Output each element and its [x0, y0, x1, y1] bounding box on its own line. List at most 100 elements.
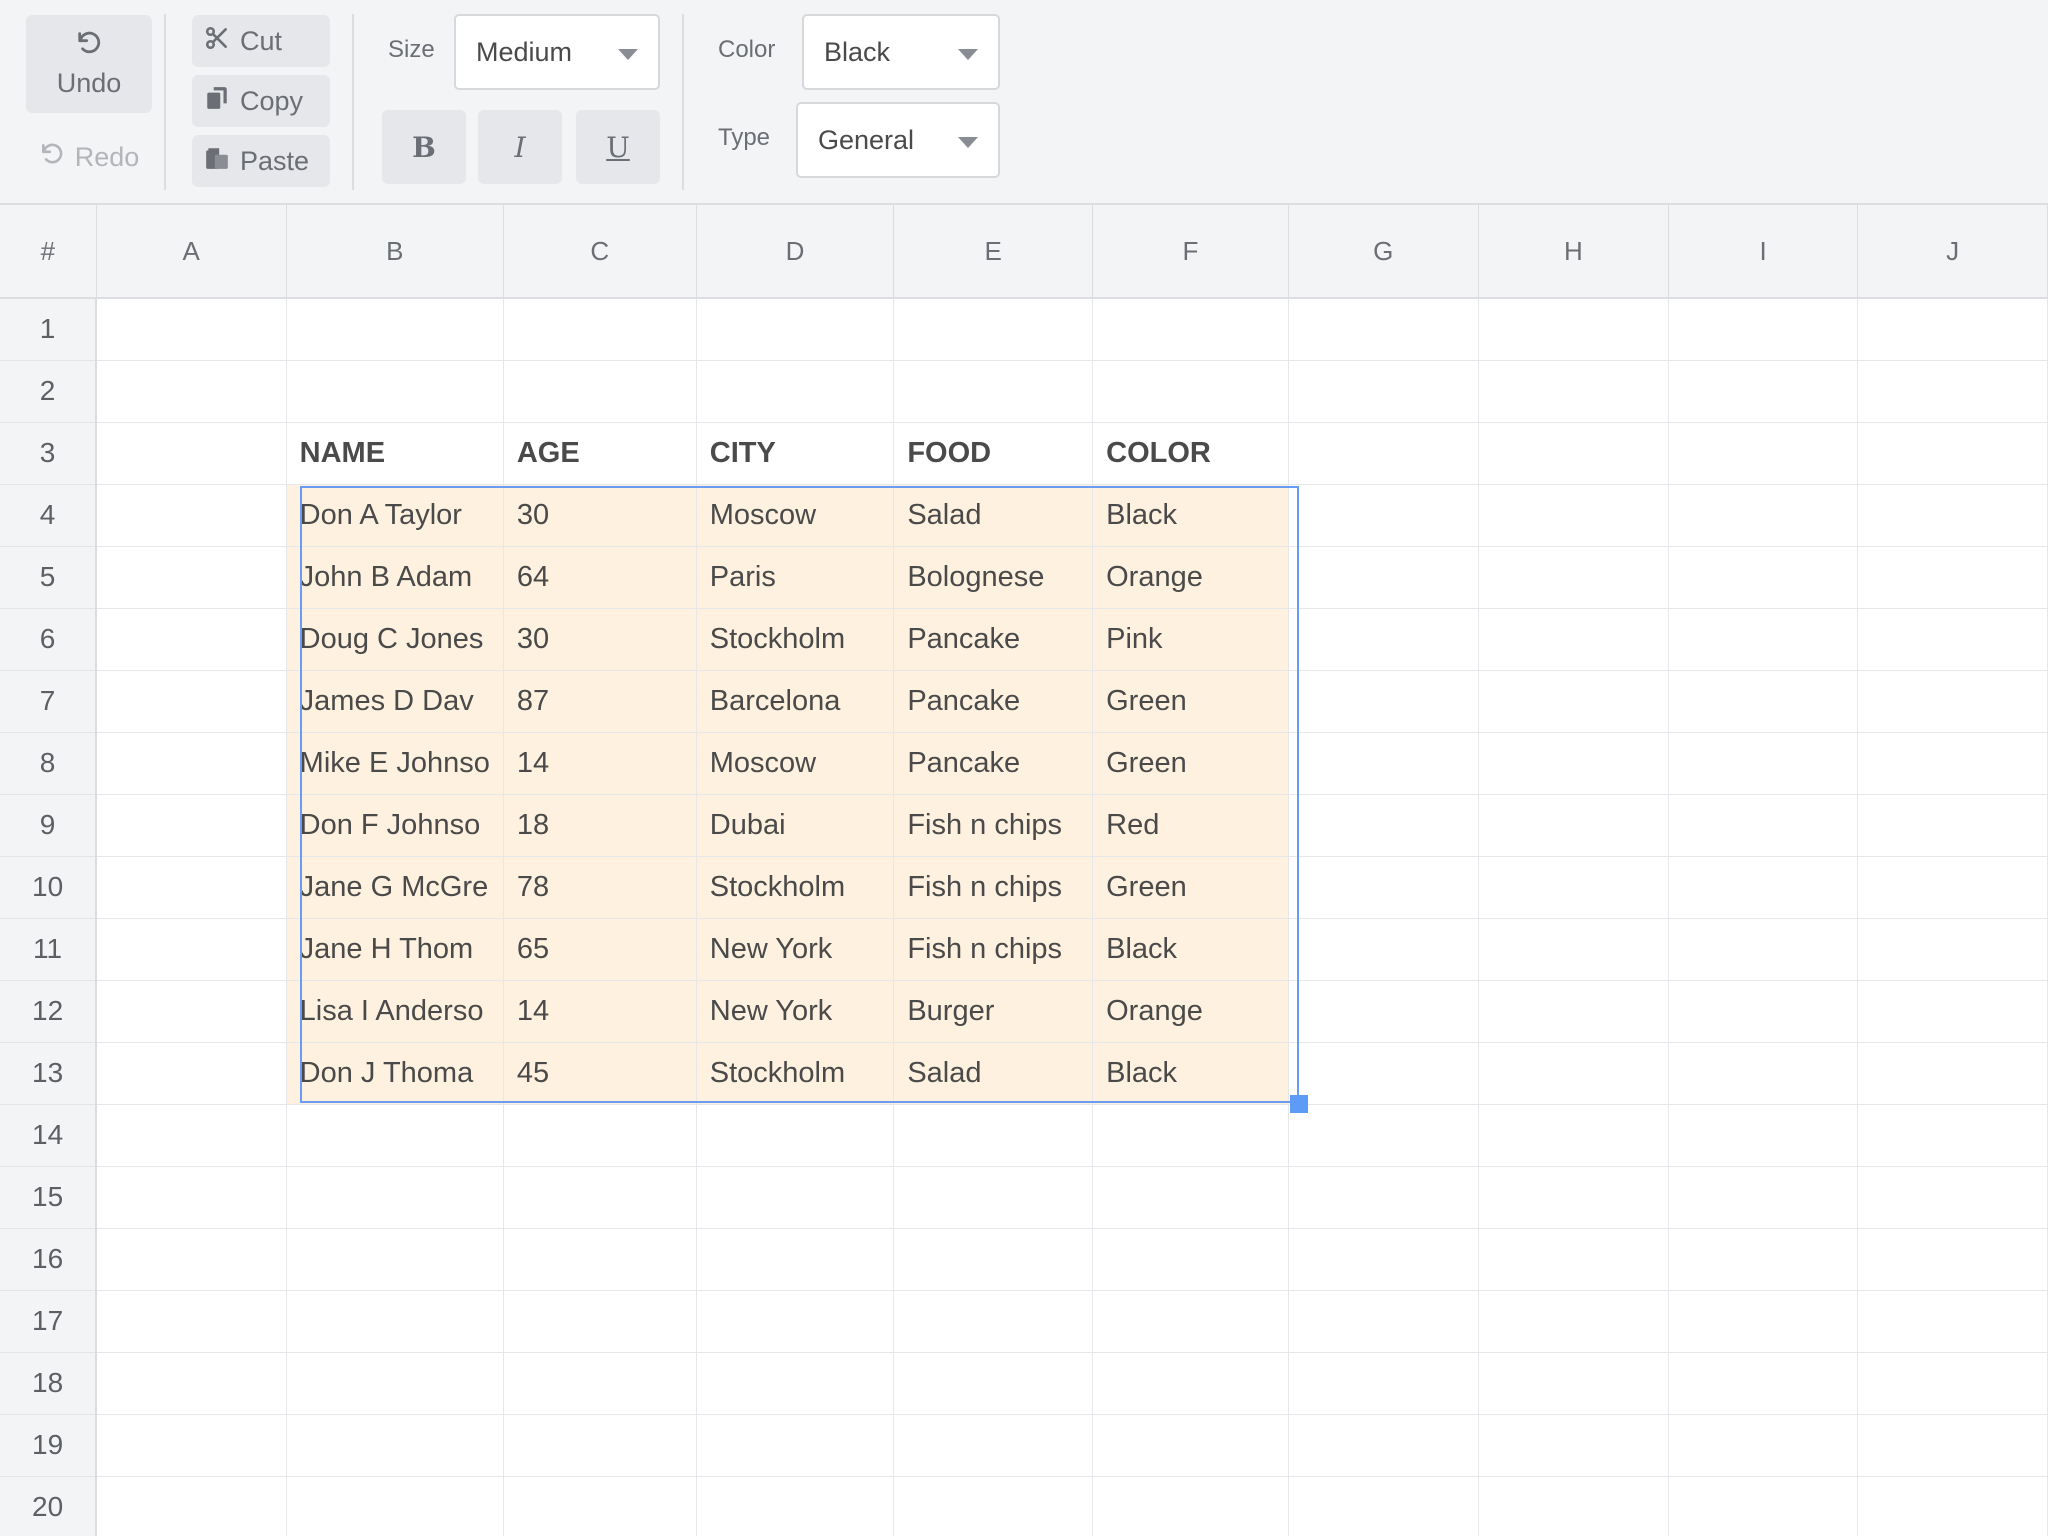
cell-h7[interactable] — [1478, 670, 1669, 733]
cell-j20[interactable] — [1857, 1476, 2048, 1536]
cell-c6[interactable]: 30 — [503, 608, 697, 671]
cell-g3[interactable] — [1288, 422, 1479, 485]
row-header[interactable]: 11 — [0, 918, 98, 981]
cell-j1[interactable] — [1857, 298, 2048, 361]
cell-i12[interactable] — [1668, 980, 1859, 1043]
cell-h1[interactable] — [1478, 298, 1669, 361]
cell-b11[interactable]: Jane H Thom — [286, 918, 504, 981]
cell-h14[interactable] — [1478, 1104, 1669, 1167]
cell-b19[interactable] — [286, 1414, 504, 1477]
cell-i13[interactable] — [1668, 1042, 1859, 1105]
row-header[interactable]: 5 — [0, 546, 98, 609]
corner-cell[interactable]: # — [0, 205, 97, 299]
cell-j14[interactable] — [1857, 1104, 2048, 1167]
cell-f11[interactable]: Black — [1092, 918, 1289, 981]
column-header-b[interactable]: B — [286, 205, 504, 299]
cell-b2[interactable] — [286, 360, 504, 423]
row-header[interactable]: 4 — [0, 484, 98, 547]
cell-b20[interactable] — [286, 1476, 504, 1536]
cell-a20[interactable] — [96, 1476, 287, 1536]
cell-h11[interactable] — [1478, 918, 1669, 981]
cell-a12[interactable] — [96, 980, 287, 1043]
cell-f16[interactable] — [1092, 1228, 1289, 1291]
cell-g13[interactable] — [1288, 1042, 1479, 1105]
cell-c9[interactable]: 18 — [503, 794, 697, 857]
cell-g15[interactable] — [1288, 1166, 1479, 1229]
cell-b9[interactable]: Don F Johnso — [286, 794, 504, 857]
cell-b18[interactable] — [286, 1352, 504, 1415]
cell-e13[interactable]: Salad — [893, 1042, 1094, 1105]
cell-e3[interactable]: FOOD — [893, 422, 1094, 485]
cell-f1[interactable] — [1092, 298, 1289, 361]
cell-i6[interactable] — [1668, 608, 1859, 671]
row-header[interactable]: 10 — [0, 856, 98, 919]
color-select[interactable]: Black — [802, 14, 1000, 90]
cell-i20[interactable] — [1668, 1476, 1859, 1536]
row-header[interactable]: 6 — [0, 608, 98, 671]
cell-j4[interactable] — [1857, 484, 2048, 547]
cell-a3[interactable] — [96, 422, 287, 485]
cell-e5[interactable]: Bolognese — [893, 546, 1094, 609]
cell-i9[interactable] — [1668, 794, 1859, 857]
cell-e17[interactable] — [893, 1290, 1094, 1353]
cell-h8[interactable] — [1478, 732, 1669, 795]
row-header[interactable]: 15 — [0, 1166, 98, 1229]
cell-d12[interactable]: New York — [696, 980, 895, 1043]
row-header[interactable]: 2 — [0, 360, 98, 423]
cell-d11[interactable]: New York — [696, 918, 895, 981]
cell-c18[interactable] — [503, 1352, 697, 1415]
cell-i14[interactable] — [1668, 1104, 1859, 1167]
cell-d2[interactable] — [696, 360, 895, 423]
cell-h6[interactable] — [1478, 608, 1669, 671]
cell-g11[interactable] — [1288, 918, 1479, 981]
cell-a11[interactable] — [96, 918, 287, 981]
cell-h19[interactable] — [1478, 1414, 1669, 1477]
cell-f20[interactable] — [1092, 1476, 1289, 1536]
cell-f7[interactable]: Green — [1092, 670, 1289, 733]
cell-c10[interactable]: 78 — [503, 856, 697, 919]
cell-h2[interactable] — [1478, 360, 1669, 423]
cell-d20[interactable] — [696, 1476, 895, 1536]
cell-c4[interactable]: 30 — [503, 484, 697, 547]
cell-i4[interactable] — [1668, 484, 1859, 547]
column-header-a[interactable]: A — [96, 205, 287, 299]
cell-d1[interactable] — [696, 298, 895, 361]
cell-c7[interactable]: 87 — [503, 670, 697, 733]
cell-f14[interactable] — [1092, 1104, 1289, 1167]
cell-f13[interactable]: Black — [1092, 1042, 1289, 1105]
bold-button[interactable]: B — [382, 110, 466, 184]
cell-e6[interactable]: Pancake — [893, 608, 1094, 671]
cell-e20[interactable] — [893, 1476, 1094, 1536]
cell-i17[interactable] — [1668, 1290, 1859, 1353]
cell-g16[interactable] — [1288, 1228, 1479, 1291]
cell-d15[interactable] — [696, 1166, 895, 1229]
cell-b10[interactable]: Jane G McGre — [286, 856, 504, 919]
row-header[interactable]: 19 — [0, 1414, 98, 1477]
cell-j7[interactable] — [1857, 670, 2048, 733]
cell-h9[interactable] — [1478, 794, 1669, 857]
cell-c11[interactable]: 65 — [503, 918, 697, 981]
cell-b3[interactable]: NAME — [286, 422, 504, 485]
undo-button[interactable]: Undo — [26, 15, 152, 113]
cell-d14[interactable] — [696, 1104, 895, 1167]
cell-d9[interactable]: Dubai — [696, 794, 895, 857]
cell-a15[interactable] — [96, 1166, 287, 1229]
type-select[interactable]: General — [796, 102, 1000, 178]
size-select[interactable]: Medium — [454, 14, 660, 90]
row-header[interactable]: 13 — [0, 1042, 98, 1105]
cell-a6[interactable] — [96, 608, 287, 671]
cell-b7[interactable]: James D Dav — [286, 670, 504, 733]
cell-f12[interactable]: Orange — [1092, 980, 1289, 1043]
cell-c14[interactable] — [503, 1104, 697, 1167]
column-header-f[interactable]: F — [1092, 205, 1289, 299]
column-header-e[interactable]: E — [893, 205, 1094, 299]
cell-a10[interactable] — [96, 856, 287, 919]
column-header-g[interactable]: G — [1288, 205, 1479, 299]
cell-b1[interactable] — [286, 298, 504, 361]
cell-e8[interactable]: Pancake — [893, 732, 1094, 795]
italic-button[interactable]: I — [478, 110, 562, 184]
cell-b16[interactable] — [286, 1228, 504, 1291]
cell-f19[interactable] — [1092, 1414, 1289, 1477]
cell-a13[interactable] — [96, 1042, 287, 1105]
cell-i15[interactable] — [1668, 1166, 1859, 1229]
